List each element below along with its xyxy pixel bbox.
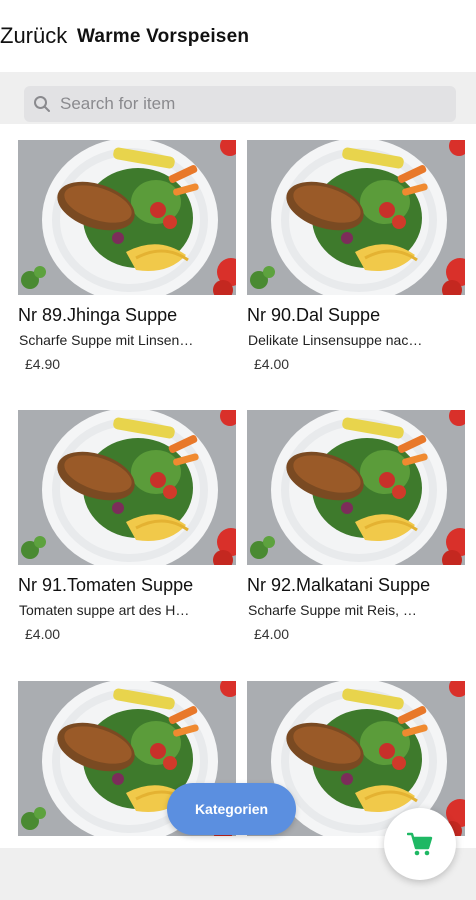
dish-photo[interactable] — [18, 410, 236, 565]
item-name: Nr 90.Dal Suppe — [247, 305, 381, 325]
shopping-cart-icon — [407, 832, 433, 856]
search-box[interactable] — [24, 86, 456, 122]
menu-item-card[interactable]: Nr 90.Dal Suppe Delikate Linsensuppe nac… — [247, 124, 465, 379]
search-input[interactable] — [60, 86, 440, 122]
menu-item-card[interactable]: Nr 89.Jhinga Suppe Scharfe Suppe mit Lin… — [18, 124, 236, 379]
search-icon — [33, 95, 51, 113]
item-price: £4.00 — [25, 626, 61, 642]
item-name: Nr 92.Malkatani Suppe — [247, 575, 431, 595]
dish-photo[interactable] — [247, 140, 465, 295]
dish-photo[interactable] — [247, 410, 465, 565]
item-price: £4.00 — [254, 626, 290, 642]
page-title: Warme Vorspeisen — [77, 26, 250, 47]
item-description: Tomaten suppe art des H… — [19, 602, 190, 618]
item-name: Nr 89.Jhinga Suppe — [18, 305, 178, 325]
item-description: Delikate Linsensuppe nac… — [248, 332, 423, 348]
item-price: £4.90 — [25, 356, 61, 372]
back-button[interactable]: Zurück — [0, 22, 67, 50]
item-description: Scharfe Suppe mit Linsen… — [19, 332, 194, 348]
menu-item-card[interactable]: Nr 91.Tomaten Suppe Tomaten suppe art de… — [18, 394, 236, 649]
app-header: Zurück Warme Vorspeisen — [0, 0, 476, 72]
item-description: Scharfe Suppe mit Reis, … — [248, 602, 417, 618]
item-price: £4.00 — [254, 356, 290, 372]
menu-item-card[interactable]: Nr 92.Malkatani Suppe Scharfe Suppe mit … — [247, 394, 465, 649]
dish-photo[interactable] — [18, 140, 236, 295]
categories-button[interactable]: Kategorien — [167, 783, 296, 835]
cart-button[interactable] — [384, 808, 456, 880]
item-name: Nr 91.Tomaten Suppe — [18, 575, 194, 595]
